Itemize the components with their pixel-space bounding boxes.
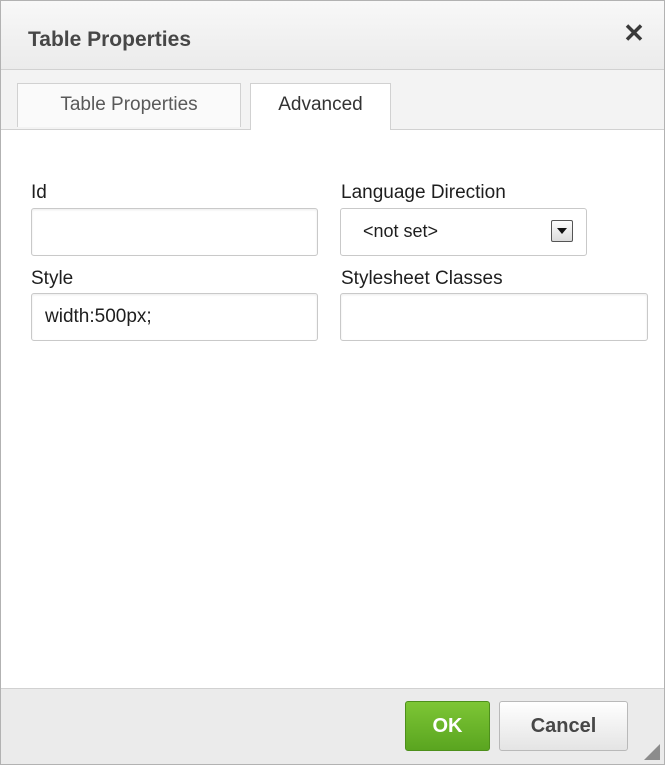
close-icon[interactable]: ✕ — [622, 20, 646, 46]
dialog-titlebar[interactable]: Table Properties ✕ — [1, 1, 664, 70]
id-field[interactable] — [31, 208, 318, 256]
advanced-tab-panel: Id Language Direction <not set> Style wi… — [1, 130, 664, 689]
tab-table-properties[interactable]: Table Properties — [17, 83, 241, 127]
dialog-footer: OK Cancel — [1, 688, 664, 764]
cancel-button[interactable]: Cancel — [499, 701, 628, 751]
resize-handle-icon[interactable] — [644, 744, 660, 760]
style-label: Style — [31, 268, 74, 289]
id-label: Id — [31, 182, 47, 203]
dialog-title: Table Properties — [28, 28, 191, 51]
tab-advanced[interactable]: Advanced — [250, 83, 391, 130]
stylesheet-classes-label: Stylesheet Classes — [341, 268, 503, 289]
style-field[interactable]: width:500px; — [31, 293, 318, 341]
ok-button[interactable]: OK — [405, 701, 490, 751]
language-direction-select[interactable]: <not set> — [340, 208, 587, 256]
tab-strip: Table Properties Advanced — [1, 70, 664, 130]
chevron-down-icon[interactable] — [551, 220, 573, 242]
stylesheet-classes-field[interactable] — [340, 293, 648, 341]
language-direction-value: <not set> — [363, 221, 439, 241]
language-direction-label: Language Direction — [341, 182, 506, 203]
table-properties-dialog: Table Properties ✕ Table Properties Adva… — [0, 0, 665, 765]
